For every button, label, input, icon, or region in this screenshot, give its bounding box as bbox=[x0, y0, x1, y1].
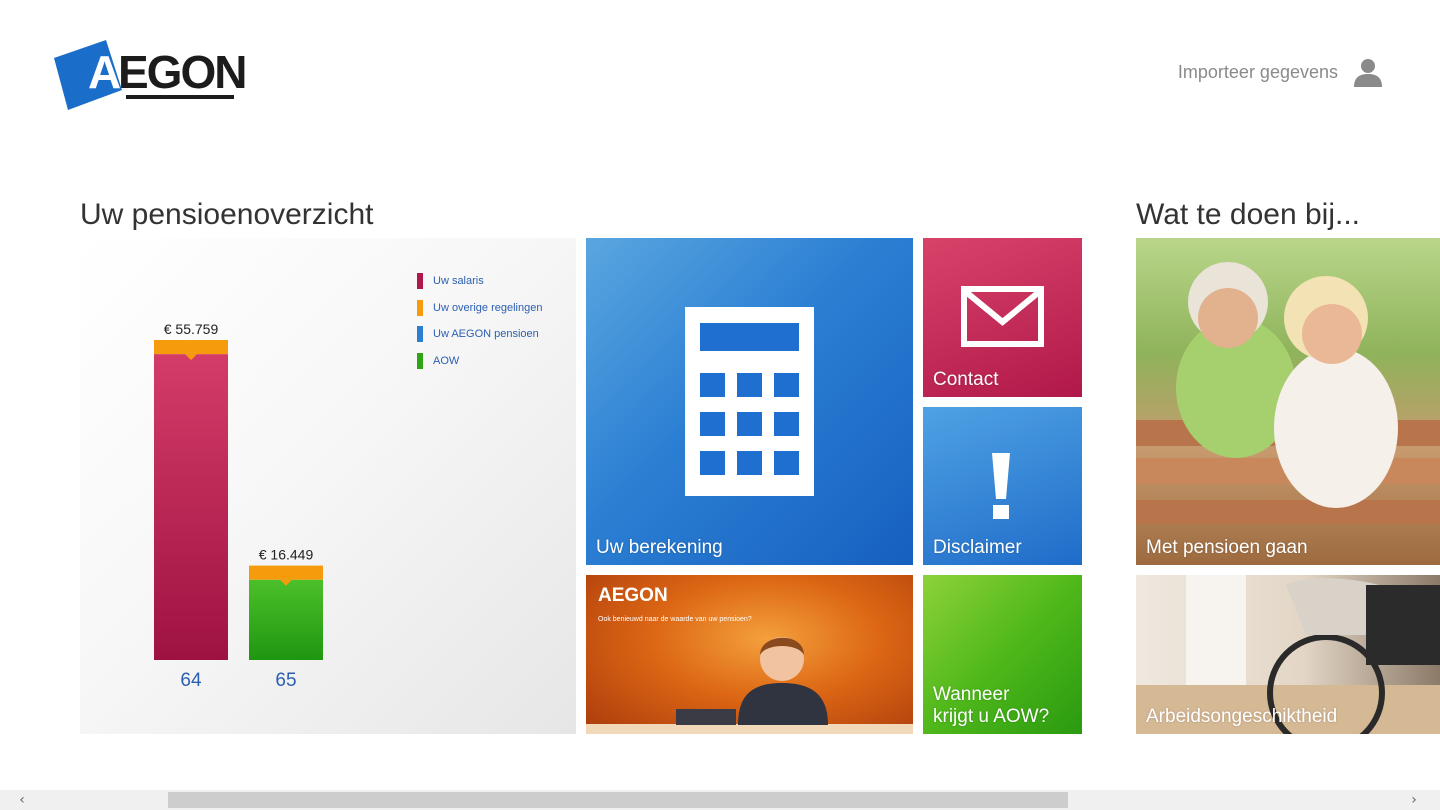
tile-arbeidsongeschiktheid[interactable]: Arbeidsongeschiktheid bbox=[1136, 575, 1440, 734]
scrollbar-thumb[interactable] bbox=[168, 792, 1068, 808]
tile-label: Wanneer krijgt u AOW? bbox=[933, 684, 1049, 728]
tile-promo-video[interactable]: AEGON Ook benieuwd naar de waarde van uw… bbox=[586, 575, 913, 734]
user-icon bbox=[1354, 59, 1382, 87]
legend-item-salaris: Uw salaris bbox=[417, 268, 542, 295]
tile-contact[interactable]: Contact bbox=[923, 238, 1082, 397]
overview-title: Uw pensioenoverzicht bbox=[80, 198, 374, 231]
scroll-left-icon[interactable]: ‹ bbox=[12, 790, 32, 810]
svg-text:A: A bbox=[88, 46, 120, 98]
tile-label: Met pensioen gaan bbox=[1146, 537, 1308, 559]
legend-swatch bbox=[417, 273, 423, 290]
tile-label-line1: Wanneer bbox=[933, 684, 1010, 706]
tile-met-pensioen-gaan[interactable]: Met pensioen gaan bbox=[1136, 238, 1440, 565]
calculator-icon bbox=[685, 307, 814, 496]
legend-label: Uw overige regelingen bbox=[433, 301, 543, 314]
legend-item-aegon: Uw AEGON pensioen bbox=[417, 321, 542, 348]
scroll-right-icon[interactable]: › bbox=[1404, 790, 1424, 810]
legend-swatch bbox=[417, 299, 423, 316]
mail-icon bbox=[961, 286, 1044, 347]
import-data-label: Importeer gegevens bbox=[1177, 61, 1338, 82]
tile-wanneer-aow[interactable]: Wanneer krijgt u AOW? bbox=[923, 575, 1082, 734]
aegon-logo[interactable]: A EGON bbox=[52, 38, 262, 112]
legend-item-aow: AOW bbox=[417, 348, 542, 375]
bar-category-label-64: 64 bbox=[180, 670, 202, 691]
tile-label: Uw berekening bbox=[596, 537, 723, 559]
bar-category-label-65: 65 bbox=[275, 670, 296, 691]
bar-segment-aow-65 bbox=[249, 579, 323, 660]
bar-segment-uw-salaris-64 bbox=[154, 354, 228, 660]
tile-label: Arbeidsongeschiktheid bbox=[1146, 706, 1338, 728]
import-data-button[interactable]: Importeer gegevens bbox=[1178, 56, 1384, 88]
chart-legend: Uw salaris Uw overige regelingen Uw AEGO… bbox=[417, 268, 542, 374]
tile-label-line2: krijgt u AOW? bbox=[933, 706, 1050, 728]
legend-label: AOW bbox=[433, 354, 460, 367]
what-to-do-title: Wat te doen bij... bbox=[1136, 198, 1361, 231]
legend-label: Uw AEGON pensioen bbox=[433, 328, 539, 341]
exclamation-icon bbox=[992, 453, 1010, 519]
tile-uw-berekening[interactable]: Uw berekening bbox=[586, 238, 913, 565]
bar-segment-uw-overige-regelingen-65 bbox=[249, 565, 323, 580]
retired-couple-photo bbox=[1136, 262, 1440, 524]
tile-label: Disclaimer bbox=[933, 537, 1022, 559]
bar-segment-uw-overige-regelingen-64 bbox=[154, 339, 228, 355]
bar-value-label-64: € 55.759 bbox=[164, 321, 219, 337]
tile-disclaimer[interactable]: Disclaimer bbox=[923, 407, 1082, 565]
tile-label: Contact bbox=[933, 369, 999, 391]
legend-swatch bbox=[417, 352, 423, 369]
bar-value-label-65: € 16.449 bbox=[259, 547, 314, 563]
pension-chart-panel[interactable]: € 55.759 64 € 16.449 65 Uw salaris Uw overi… bbox=[80, 238, 576, 734]
child-illustration bbox=[586, 637, 913, 734]
legend-label: Uw salaris bbox=[433, 275, 484, 288]
horizontal-scrollbar[interactable]: ‹ › bbox=[0, 790, 1440, 810]
svg-text:EGON: EGON bbox=[118, 46, 245, 98]
legend-item-overige: Uw overige regelingen bbox=[417, 295, 542, 322]
legend-swatch bbox=[417, 326, 423, 343]
